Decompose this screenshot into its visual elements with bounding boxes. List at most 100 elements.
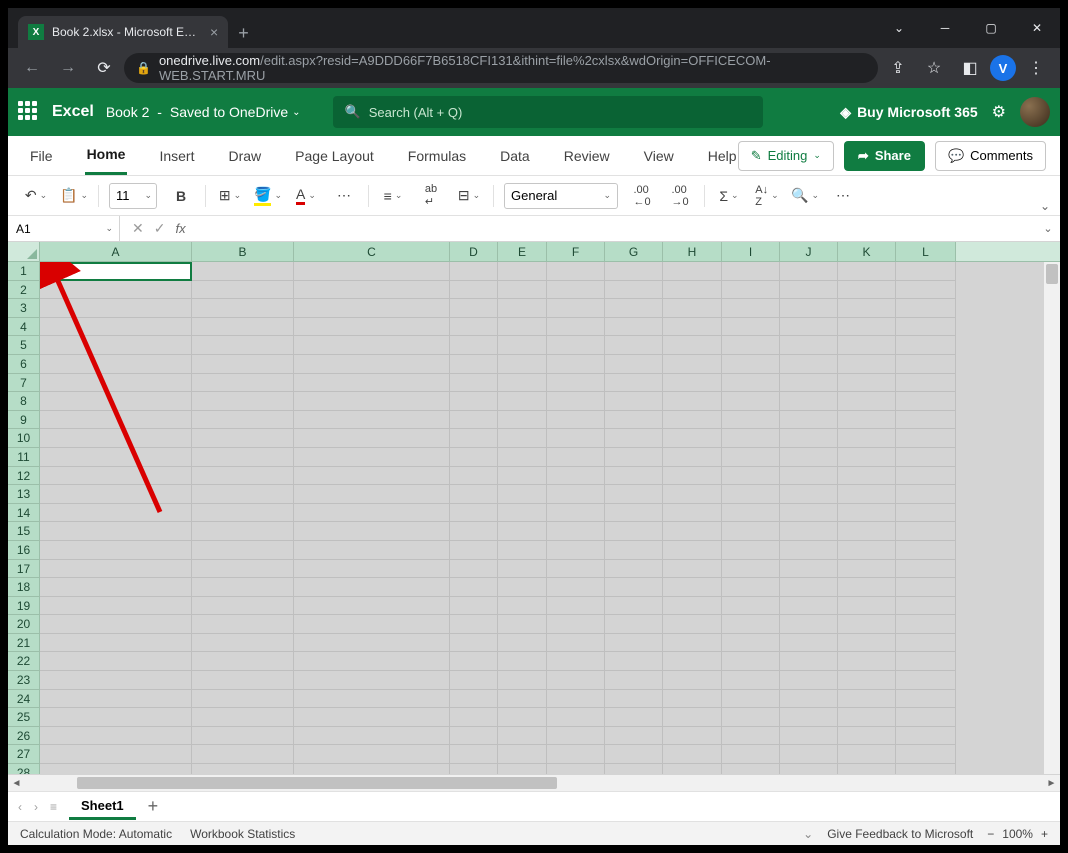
row-header-6[interactable]: 6 — [8, 355, 39, 374]
cell-G1[interactable] — [605, 262, 663, 281]
cell-J27[interactable] — [780, 745, 838, 764]
cell-C4[interactable] — [294, 318, 450, 337]
user-avatar[interactable] — [1020, 97, 1050, 127]
collapse-ribbon-icon[interactable]: ⌄ — [1040, 199, 1050, 213]
cell-G20[interactable] — [605, 615, 663, 634]
cell-I8[interactable] — [722, 392, 780, 411]
cell-D1[interactable] — [450, 262, 498, 281]
paste-button[interactable]: 📋⌄ — [60, 182, 88, 210]
cell-H15[interactable] — [663, 522, 722, 541]
cell-I1[interactable] — [722, 262, 780, 281]
cell-A26[interactable] — [40, 727, 192, 746]
cell-B24[interactable] — [192, 690, 294, 709]
cell-L15[interactable] — [896, 522, 956, 541]
cell-B23[interactable] — [192, 671, 294, 690]
cell-G8[interactable] — [605, 392, 663, 411]
browser-profile-avatar[interactable]: V — [990, 55, 1016, 81]
new-tab-button[interactable]: + — [228, 19, 259, 48]
cell-C12[interactable] — [294, 467, 450, 486]
vertical-scrollbar[interactable] — [1043, 262, 1060, 774]
cell-H25[interactable] — [663, 708, 722, 727]
row-header-4[interactable]: 4 — [8, 318, 39, 337]
cell-E12[interactable] — [498, 467, 547, 486]
cell-H28[interactable] — [663, 764, 722, 774]
cell-I21[interactable] — [722, 634, 780, 653]
workbook-stats-button[interactable]: Workbook Statistics — [190, 827, 295, 841]
cell-A12[interactable] — [40, 467, 192, 486]
cell-C10[interactable] — [294, 429, 450, 448]
cell-H17[interactable] — [663, 560, 722, 579]
row-header-15[interactable]: 15 — [8, 522, 39, 541]
minimize-button[interactable]: ─ — [922, 8, 968, 48]
scrollbar-thumb[interactable] — [1046, 264, 1058, 284]
bookmark-icon[interactable]: ☆ — [918, 52, 950, 84]
cell-E16[interactable] — [498, 541, 547, 560]
cell-I17[interactable] — [722, 560, 780, 579]
cell-K7[interactable] — [838, 374, 896, 393]
cell-K4[interactable] — [838, 318, 896, 337]
align-button[interactable]: ≡⌄ — [379, 182, 407, 210]
cell-B26[interactable] — [192, 727, 294, 746]
cell-D9[interactable] — [450, 411, 498, 430]
cell-E3[interactable] — [498, 299, 547, 318]
cell-J23[interactable] — [780, 671, 838, 690]
cell-D25[interactable] — [450, 708, 498, 727]
cell-F22[interactable] — [547, 652, 605, 671]
cell-G16[interactable] — [605, 541, 663, 560]
ribbon-tab-view[interactable]: View — [642, 138, 676, 174]
cell-A8[interactable] — [40, 392, 192, 411]
row-header-3[interactable]: 3 — [8, 299, 39, 318]
cell-K21[interactable] — [838, 634, 896, 653]
cell-E9[interactable] — [498, 411, 547, 430]
cell-H18[interactable] — [663, 578, 722, 597]
cell-D20[interactable] — [450, 615, 498, 634]
cell-C3[interactable] — [294, 299, 450, 318]
cell-J16[interactable] — [780, 541, 838, 560]
scroll-left-icon[interactable]: ◄ — [8, 775, 25, 791]
cell-G23[interactable] — [605, 671, 663, 690]
cell-A10[interactable] — [40, 429, 192, 448]
ribbon-tab-data[interactable]: Data — [498, 138, 532, 174]
cell-K5[interactable] — [838, 336, 896, 355]
cell-C16[interactable] — [294, 541, 450, 560]
cell-G18[interactable] — [605, 578, 663, 597]
cell-K26[interactable] — [838, 727, 896, 746]
cell-K13[interactable] — [838, 485, 896, 504]
font-size-input[interactable]: 11⌄ — [109, 183, 157, 209]
cell-B18[interactable] — [192, 578, 294, 597]
ribbon-tab-review[interactable]: Review — [562, 138, 612, 174]
cell-F28[interactable] — [547, 764, 605, 774]
cell-J13[interactable] — [780, 485, 838, 504]
cell-L5[interactable] — [896, 336, 956, 355]
cell-H6[interactable] — [663, 355, 722, 374]
cell-L25[interactable] — [896, 708, 956, 727]
cell-C7[interactable] — [294, 374, 450, 393]
zoom-out-button[interactable]: − — [987, 827, 994, 841]
cell-F12[interactable] — [547, 467, 605, 486]
column-header-D[interactable]: D — [450, 242, 498, 261]
cell-A5[interactable] — [40, 336, 192, 355]
cell-A16[interactable] — [40, 541, 192, 560]
cell-L3[interactable] — [896, 299, 956, 318]
cell-F7[interactable] — [547, 374, 605, 393]
cell-G28[interactable] — [605, 764, 663, 774]
cell-B12[interactable] — [192, 467, 294, 486]
cell-D27[interactable] — [450, 745, 498, 764]
row-header-14[interactable]: 14 — [8, 504, 39, 523]
cell-B8[interactable] — [192, 392, 294, 411]
cell-G24[interactable] — [605, 690, 663, 709]
cell-E27[interactable] — [498, 745, 547, 764]
cell-D21[interactable] — [450, 634, 498, 653]
url-box[interactable]: 🔒 onedrive.live.com/edit.aspx?resid=A9DD… — [124, 53, 878, 83]
cell-K8[interactable] — [838, 392, 896, 411]
autosum-button[interactable]: Σ⌄ — [715, 182, 743, 210]
cell-I4[interactable] — [722, 318, 780, 337]
cell-C24[interactable] — [294, 690, 450, 709]
column-header-J[interactable]: J — [780, 242, 838, 261]
cell-A11[interactable] — [40, 448, 192, 467]
formula-input[interactable] — [198, 216, 1036, 241]
cell-F19[interactable] — [547, 597, 605, 616]
cell-C9[interactable] — [294, 411, 450, 430]
cell-I11[interactable] — [722, 448, 780, 467]
cell-G9[interactable] — [605, 411, 663, 430]
